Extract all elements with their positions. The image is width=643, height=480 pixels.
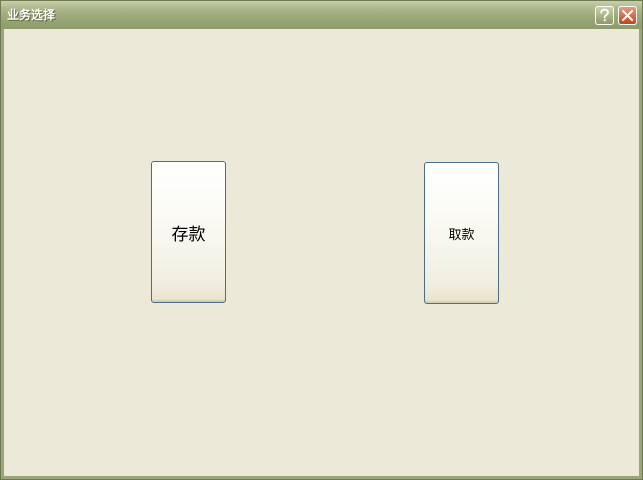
window-title: 业务选择 [7, 8, 56, 22]
deposit-button-label: 存款 [171, 224, 206, 245]
business-select-window: 业务选择 存款 取款 [0, 0, 643, 480]
title-bar[interactable]: 业务选择 [1, 1, 642, 29]
close-button[interactable] [618, 6, 637, 25]
deposit-button[interactable]: 存款 [151, 161, 226, 303]
help-button[interactable] [595, 6, 614, 25]
withdraw-button[interactable]: 取款 [424, 162, 499, 304]
close-icon [621, 9, 634, 22]
help-icon [598, 8, 611, 23]
client-area: 存款 取款 [4, 29, 639, 476]
withdraw-button-label: 取款 [448, 227, 475, 243]
